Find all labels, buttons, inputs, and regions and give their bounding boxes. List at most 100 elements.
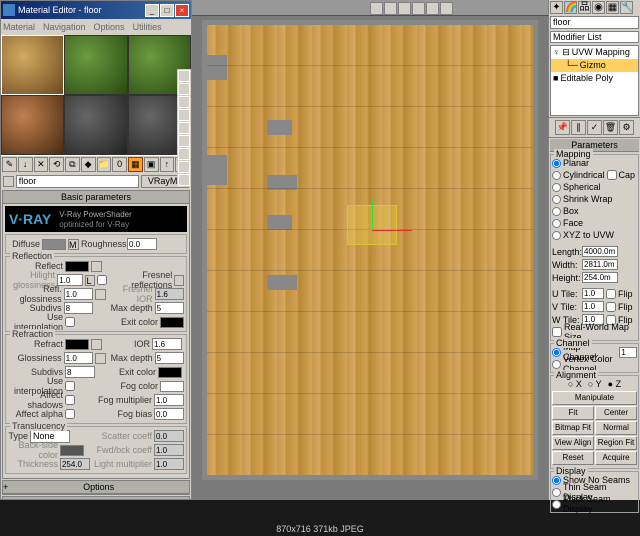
- reset-map-icon[interactable]: ⟲: [49, 157, 64, 172]
- video-check-icon[interactable]: [178, 122, 190, 134]
- maximize-button[interactable]: □: [160, 4, 174, 17]
- show-end-result-icon[interactable]: ∥: [571, 120, 586, 135]
- affect-shadows-checkbox[interactable]: [65, 395, 75, 405]
- affect-alpha-checkbox[interactable]: [65, 409, 75, 419]
- height-spinner[interactable]: 254.0m: [582, 272, 618, 283]
- fog-bias-spinner[interactable]: 0.0: [154, 408, 184, 420]
- refract-gloss-spinner[interactable]: 1.0: [64, 352, 93, 364]
- material-name-input[interactable]: [16, 175, 139, 188]
- modifier-list-dropdown[interactable]: Modifier List: [550, 31, 639, 43]
- pick-icon[interactable]: [3, 176, 14, 187]
- background-icon[interactable]: [178, 96, 190, 108]
- cap-checkbox[interactable]: [607, 170, 617, 180]
- modify-tab-icon[interactable]: 🌈: [564, 1, 577, 14]
- thin-seam-radio[interactable]: [552, 488, 561, 497]
- show-map-icon[interactable]: ▦: [128, 157, 143, 172]
- quick-render-icon[interactable]: [440, 2, 453, 15]
- vertex-color-radio[interactable]: [552, 360, 561, 369]
- shrinkwrap-radio[interactable]: [552, 195, 561, 204]
- sample-slot-4[interactable]: [1, 95, 64, 155]
- refract-exit-swatch[interactable]: [158, 367, 182, 378]
- render-last-icon[interactable]: [426, 2, 439, 15]
- options-icon[interactable]: [178, 148, 190, 160]
- minimize-button[interactable]: _: [145, 4, 159, 17]
- titlebar[interactable]: Material Editor - floor _ □ ×: [1, 1, 191, 19]
- modifier-uvw-mapping[interactable]: ♀ ⊟ UVW Mapping: [551, 46, 638, 59]
- sample-slot-1[interactable]: [1, 35, 64, 95]
- render-icon[interactable]: [412, 2, 425, 15]
- cylindrical-radio[interactable]: [552, 171, 561, 180]
- width-spinner[interactable]: 2811.0m: [582, 259, 618, 270]
- view-align-button[interactable]: View Align: [552, 436, 594, 450]
- reflect-swatch[interactable]: [65, 261, 89, 272]
- normal-align-button[interactable]: Normal Align: [595, 421, 637, 435]
- fresnel-checkbox[interactable]: [97, 275, 107, 285]
- modifier-gizmo[interactable]: └─ Gizmo: [551, 59, 638, 72]
- menu-options[interactable]: Options: [94, 22, 125, 32]
- modifier-stack[interactable]: ♀ ⊟ UVW Mapping └─ Gizmo ■ Editable Poly: [550, 45, 639, 116]
- put-to-scene-icon[interactable]: ↓: [18, 157, 33, 172]
- menu-navigation[interactable]: Navigation: [43, 22, 86, 32]
- close-button[interactable]: ×: [175, 4, 189, 17]
- object-name-input[interactable]: floor: [550, 16, 639, 29]
- y-axis-icon[interactable]: [372, 200, 373, 230]
- map-channel-radio[interactable]: [552, 348, 561, 357]
- show-end-icon[interactable]: ▣: [144, 157, 159, 172]
- fog-swatch[interactable]: [160, 381, 184, 392]
- face-radio[interactable]: [552, 219, 561, 228]
- configure-sets-icon[interactable]: ⚙: [619, 120, 634, 135]
- center-button[interactable]: Center: [595, 406, 637, 420]
- mat-id-icon[interactable]: 0: [112, 157, 127, 172]
- refl-gloss-spinner[interactable]: 1.0: [64, 288, 93, 300]
- sample-type-icon[interactable]: [178, 70, 190, 82]
- refl-interp-checkbox[interactable]: [65, 317, 75, 327]
- roughness-spinner[interactable]: 0.0: [127, 238, 157, 250]
- refl-exit-swatch[interactable]: [160, 317, 184, 328]
- backlight-icon[interactable]: [178, 83, 190, 95]
- make-unique-icon[interactable]: ◆: [81, 157, 96, 172]
- rollout-options-header[interactable]: +Options: [3, 481, 189, 494]
- utilities-tab-icon[interactable]: 🔧: [620, 1, 633, 14]
- schematic-icon[interactable]: [384, 2, 397, 15]
- sample-slot-2[interactable]: [64, 35, 127, 95]
- refract-interp-checkbox[interactable]: [65, 381, 75, 391]
- spherical-radio[interactable]: [552, 183, 561, 192]
- manipulate-button[interactable]: Manipulate: [552, 391, 637, 405]
- vflip-checkbox[interactable]: [606, 302, 616, 312]
- material-icon[interactable]: [398, 2, 411, 15]
- reset-button[interactable]: Reset: [552, 451, 594, 465]
- rollout-maps-header[interactable]: +Maps: [3, 497, 189, 499]
- make-preview-icon[interactable]: [178, 135, 190, 147]
- get-material-icon[interactable]: ✎: [2, 157, 17, 172]
- refract-maxdepth-spinner[interactable]: 5: [155, 352, 184, 364]
- diffuse-map-button[interactable]: M: [68, 239, 79, 250]
- remove-mod-icon[interactable]: 🗑: [603, 120, 618, 135]
- hierarchy-tab-icon[interactable]: 品: [578, 1, 591, 14]
- utile-spinner[interactable]: 1.0: [582, 288, 604, 299]
- put-to-lib-icon[interactable]: 📁: [97, 157, 112, 172]
- display-tab-icon[interactable]: ▦: [606, 1, 619, 14]
- vtile-spinner[interactable]: 1.0: [582, 301, 604, 312]
- menu-utilities[interactable]: Utilities: [133, 22, 162, 32]
- box-radio[interactable]: [552, 207, 561, 216]
- modifier-editable-poly[interactable]: ■ Editable Poly: [551, 72, 638, 85]
- motion-tab-icon[interactable]: ◉: [592, 1, 605, 14]
- sample-slot-5[interactable]: [64, 95, 127, 155]
- uflip-checkbox[interactable]: [606, 289, 616, 299]
- region-fit-button[interactable]: Region Fit: [595, 436, 637, 450]
- assign-icon[interactable]: ✕: [34, 157, 49, 172]
- lock-icon[interactable]: L: [85, 275, 95, 286]
- acquire-button[interactable]: Acquire: [595, 451, 637, 465]
- refl-subdivs-spinner[interactable]: 8: [64, 302, 93, 314]
- no-seams-radio[interactable]: [552, 476, 561, 485]
- planar-radio[interactable]: [552, 159, 561, 168]
- sample-uv-icon[interactable]: [178, 109, 190, 121]
- uvw-gizmo[interactable]: [337, 200, 407, 260]
- refl-maxdepth-spinner[interactable]: 5: [155, 302, 184, 314]
- mat-map-nav-icon[interactable]: [178, 174, 190, 186]
- fog-mult-spinner[interactable]: 1.0: [154, 394, 184, 406]
- length-spinner[interactable]: 4000.0m: [582, 246, 618, 257]
- pin-stack-icon[interactable]: 📌: [555, 120, 570, 135]
- viewport[interactable]: [192, 0, 548, 500]
- bitmap-fit-button[interactable]: Bitmap Fit: [552, 421, 594, 435]
